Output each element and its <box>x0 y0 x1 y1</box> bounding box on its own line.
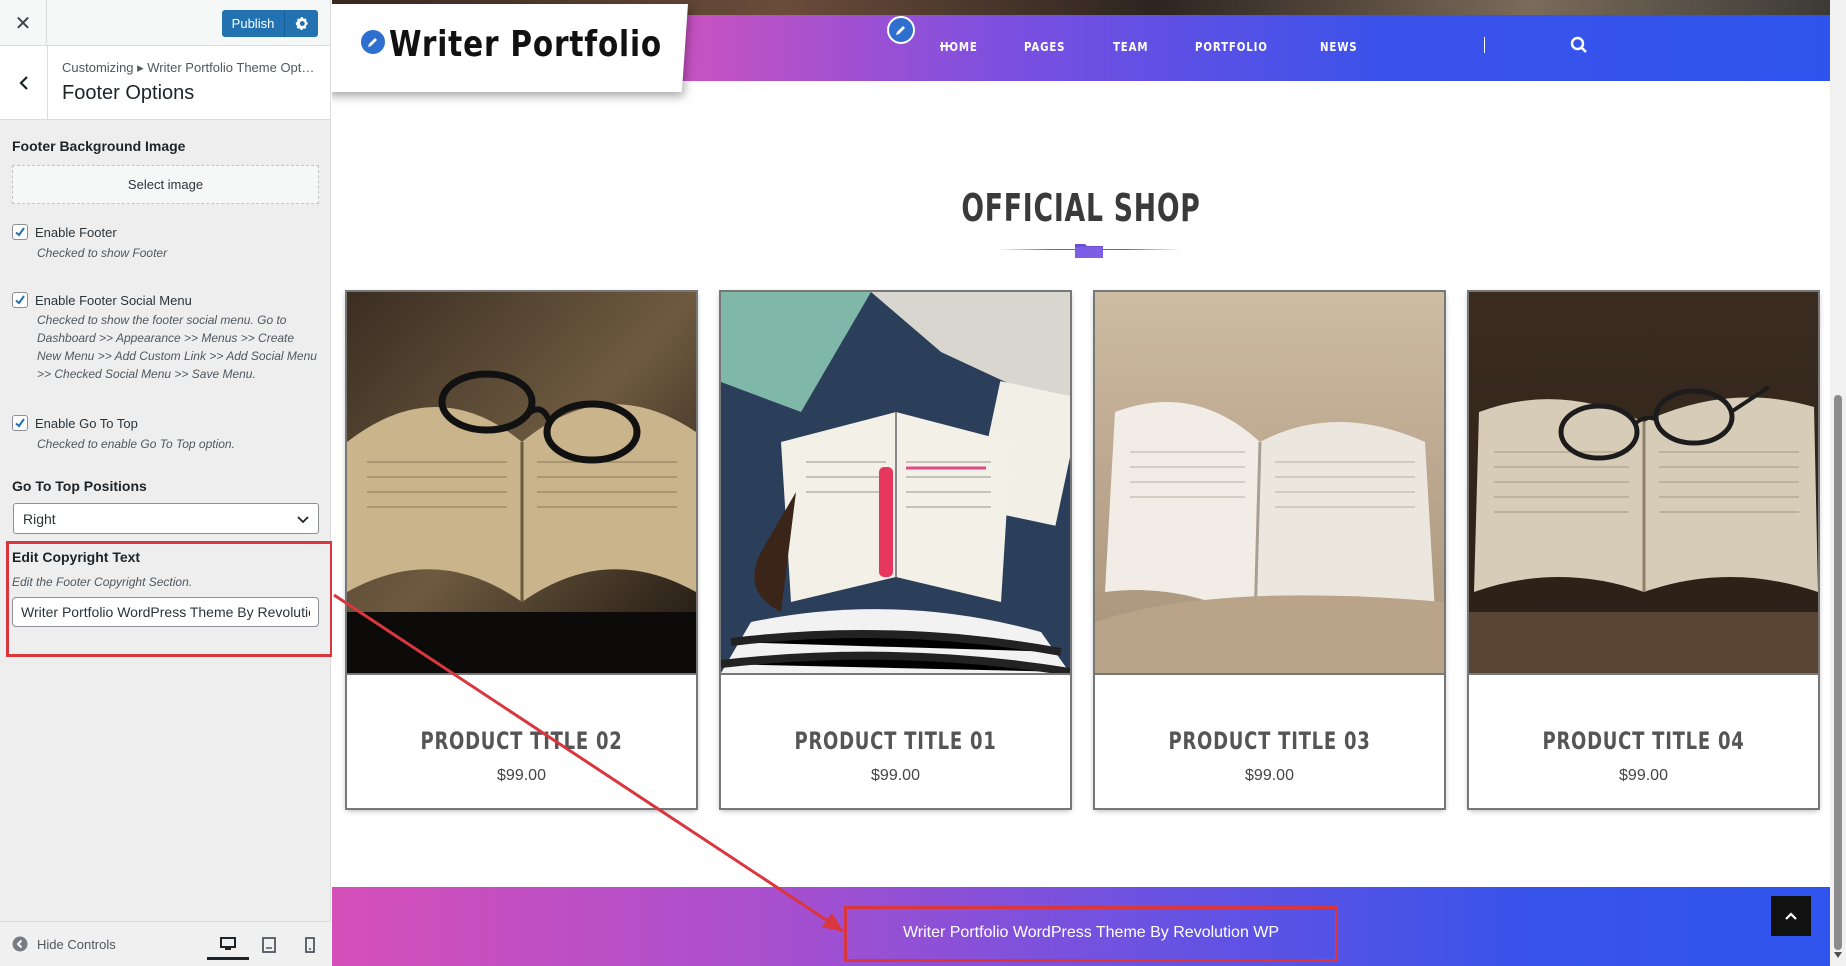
section-title: Footer Options <box>62 82 195 104</box>
product-card[interactable]: PRODUCT TITLE 02 $99.00 <box>347 292 696 808</box>
enable-social-label: Enable Footer Social Menu <box>35 292 192 308</box>
gotop-positions-select[interactable]: Right <box>13 503 319 534</box>
hide-controls-label: Hide Controls <box>37 936 116 952</box>
enable-social-checkbox[interactable] <box>12 292 28 308</box>
chevron-down-icon <box>297 516 309 524</box>
checkmark-icon <box>15 295 25 305</box>
customizer-sidebar: ✕ Publish Customizing ▸ Writer Portfolio… <box>0 0 333 966</box>
desktop-preview-button[interactable] <box>207 930 249 960</box>
search-button[interactable] <box>1570 36 1588 58</box>
nav-item-home[interactable]: HOME <box>940 40 978 54</box>
site-logo[interactable]: Writer Portfolio <box>389 24 662 65</box>
site-preview: HOME PAGES TEAM PORTFOLIO NEWS Writer Po… <box>332 0 1830 966</box>
enable-gotop-desc: Checked to enable Go To Top option. <box>37 437 235 451</box>
edit-logo-shortcut[interactable] <box>359 28 387 56</box>
gotop-positions-value: Right <box>23 510 56 527</box>
nav-item-team[interactable]: TEAM <box>1113 40 1148 54</box>
enable-gotop-label: Enable Go To Top <box>35 415 138 431</box>
product-info: PRODUCT TITLE 03 $99.00 <box>1095 673 1444 808</box>
chevron-up-icon <box>1785 912 1797 920</box>
pencil-icon <box>368 38 377 47</box>
breadcrumb: Customizing ▸ Writer Portfolio Theme Opt… <box>62 60 315 75</box>
product-image <box>347 292 696 673</box>
scrollbar-thumb[interactable] <box>1834 395 1842 950</box>
customizer-footer: Hide Controls <box>0 921 331 966</box>
mobile-preview-button[interactable] <box>289 930 331 960</box>
enable-footer-control: Enable Footer <box>12 224 117 240</box>
nav-menu: HOME PAGES TEAM PORTFOLIO NEWS <box>940 40 1404 54</box>
copyright-highlight-box <box>6 541 333 657</box>
select-image-button[interactable]: Select image <box>12 165 319 204</box>
product-image <box>1469 292 1818 673</box>
product-image <box>721 292 1070 673</box>
footer-highlight-box <box>844 906 1338 962</box>
checkmark-icon <box>15 227 25 237</box>
book-in-sand-image <box>1095 292 1444 673</box>
nav-separator <box>1484 37 1485 53</box>
product-info: PRODUCT TITLE 01 $99.00 <box>721 673 1070 808</box>
product-card[interactable]: PRODUCT TITLE 03 $99.00 <box>1095 292 1444 808</box>
product-card[interactable]: PRODUCT TITLE 04 $99.00 <box>1469 292 1818 808</box>
shop-section-title: OFFICIAL SHOP <box>961 186 1201 230</box>
publish-group: Publish <box>222 10 318 37</box>
checkmark-icon <box>15 418 25 428</box>
section-header: Customizing ▸ Writer Portfolio Theme Opt… <box>0 46 330 120</box>
enable-footer-checkbox[interactable] <box>12 224 28 240</box>
close-icon: ✕ <box>14 11 32 35</box>
gear-icon <box>295 17 308 30</box>
product-price: $99.00 <box>1245 767 1294 784</box>
nav-item-portfolio[interactable]: PORTFOLIO <box>1195 40 1268 54</box>
product-title[interactable]: PRODUCT TITLE 02 <box>391 727 653 755</box>
product-title[interactable]: PRODUCT TITLE 01 <box>765 727 1027 755</box>
book-glasses-image <box>347 292 696 673</box>
product-image <box>1095 292 1444 673</box>
product-title[interactable]: PRODUCT TITLE 04 <box>1513 727 1775 755</box>
product-title[interactable]: PRODUCT TITLE 03 <box>1139 727 1401 755</box>
enable-footer-desc: Checked to show Footer <box>37 246 168 260</box>
enable-gotop-control: Enable Go To Top <box>12 415 138 431</box>
hide-controls-button[interactable]: Hide Controls <box>12 936 116 952</box>
close-customizer-button[interactable]: ✕ <box>0 0 47 46</box>
scroll-down-arrow[interactable] <box>1834 952 1842 958</box>
product-price: $99.00 <box>871 767 920 784</box>
publish-settings-button[interactable] <box>284 10 318 37</box>
search-icon <box>1570 36 1587 53</box>
chevron-left-icon <box>18 75 28 90</box>
enable-social-desc: Checked to show the footer social menu. … <box>37 313 317 381</box>
publish-button[interactable]: Publish <box>222 10 284 37</box>
mobile-icon <box>305 937 315 953</box>
reading-book-image <box>721 292 1070 673</box>
folder-icon <box>1075 244 1103 258</box>
product-price: $99.00 <box>1619 767 1668 784</box>
enable-footer-label: Enable Footer <box>35 224 117 240</box>
product-info: PRODUCT TITLE 02 $99.00 <box>347 673 696 808</box>
gotop-positions-title: Go To Top Positions <box>12 478 147 494</box>
customizer-header: ✕ Publish <box>0 0 330 46</box>
nav-item-pages[interactable]: PAGES <box>1024 40 1065 54</box>
enable-gotop-checkbox[interactable] <box>12 415 28 431</box>
product-card[interactable]: PRODUCT TITLE 01 $99.00 <box>721 292 1070 808</box>
nav-item-news[interactable]: NEWS <box>1320 40 1358 54</box>
product-price: $99.00 <box>497 767 546 784</box>
tablet-icon <box>262 937 276 953</box>
edit-menu-shortcut[interactable] <box>887 16 915 44</box>
back-button[interactable] <box>0 46 48 119</box>
collapse-arrow-icon <box>12 936 28 952</box>
product-info: PRODUCT TITLE 04 $99.00 <box>1469 673 1818 808</box>
enable-social-control: Enable Footer Social Menu <box>12 292 192 308</box>
pencil-icon <box>896 26 905 35</box>
desktop-icon <box>220 936 236 950</box>
preview-scrollbar[interactable] <box>1830 0 1846 966</box>
book-glasses-image <box>1469 292 1818 673</box>
go-to-top-button[interactable] <box>1771 896 1811 936</box>
footer-bg-title: Footer Background Image <box>12 138 186 154</box>
tablet-preview-button[interactable] <box>248 930 290 960</box>
